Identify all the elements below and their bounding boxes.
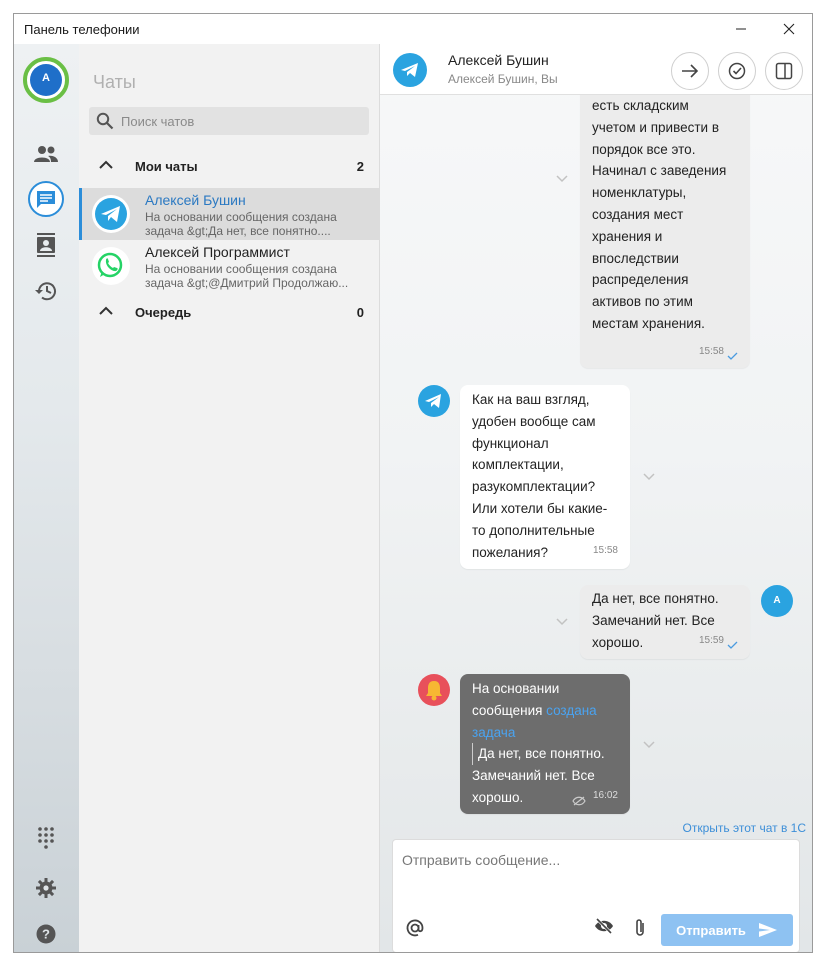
send-button[interactable]: Отправить — [661, 914, 793, 946]
chat-name: Алексей Бушин — [145, 192, 246, 208]
check-icon — [727, 641, 738, 649]
my-avatar: А — [761, 585, 793, 617]
app-window: Панель телефонии А ? Чаты Поиск чатов Мо… — [13, 13, 813, 953]
side-panel-icon — [775, 62, 793, 80]
history-icon — [35, 282, 56, 301]
group-my-chats[interactable]: Мои чаты 2 — [79, 151, 380, 181]
nav-chats[interactable] — [27, 180, 65, 218]
minimize-icon — [736, 28, 746, 30]
task-link[interactable]: задача — [472, 722, 618, 744]
hidden-eye-icon — [572, 796, 586, 806]
message-bubble[interactable]: Как на ваш взгляд, удобен вообще сам фун… — [460, 385, 630, 569]
avatar-letter: А — [42, 72, 50, 84]
search-icon — [96, 112, 114, 130]
message-time: 15:58 — [592, 545, 618, 557]
conversation-panel: Алексей Бушин Алексей Бушин, Вы есть скл… — [380, 44, 812, 952]
user-avatar[interactable]: А — [23, 57, 69, 103]
close-icon — [783, 23, 795, 35]
whatsapp-icon — [92, 247, 130, 285]
group-label: Мои чаты — [135, 159, 198, 174]
nav-rail: А ? — [14, 44, 79, 952]
nav-history[interactable] — [27, 272, 65, 310]
chat-name: Алексей Программист — [145, 244, 290, 260]
complete-button[interactable] — [718, 52, 756, 90]
nav-dialpad[interactable] — [27, 819, 65, 857]
transfer-button[interactable] — [671, 52, 709, 90]
nav-directory[interactable] — [27, 226, 65, 264]
open-in-1c-link[interactable]: Открыть этот чат в 1С — [683, 821, 806, 835]
group-count: 0 — [356, 305, 364, 320]
minimize-button[interactable] — [718, 14, 764, 44]
telegram-icon — [418, 385, 450, 417]
help-icon: ? — [36, 924, 56, 944]
message-input[interactable]: Отправить сообщение... — [402, 852, 560, 868]
conversation-header: Алексей Бушин Алексей Бушин, Вы — [380, 44, 812, 95]
toggle-panel-button[interactable] — [765, 52, 803, 90]
participants: Алексей Бушин, Вы — [448, 72, 558, 86]
message-bubble[interactable]: есть складским учетом и привести в поряд… — [580, 95, 750, 368]
task-notification-bubble[interactable]: На основании сообщения создана задача Да… — [460, 674, 630, 814]
check-circle-icon — [728, 62, 746, 80]
mention-icon[interactable] — [405, 918, 425, 938]
message-composer: Отправить сообщение... Отправить — [392, 839, 800, 952]
message-text: Как на ваш взгляд, удобен вообще сам фун… — [472, 392, 608, 560]
contact-book-icon — [37, 233, 55, 257]
chat-icon — [28, 181, 64, 217]
chevron-down-icon[interactable] — [555, 174, 569, 184]
chat-list-title: Чаты — [93, 72, 136, 92]
telegram-icon — [92, 195, 130, 233]
group-label: Очередь — [135, 305, 192, 320]
nav-help[interactable]: ? — [27, 915, 65, 952]
hidden-eye-icon[interactable] — [594, 918, 614, 934]
message-text: есть складским учетом и привести в поряд… — [592, 98, 727, 331]
dialpad-icon — [38, 827, 54, 849]
message-time: 15:59 — [698, 635, 724, 647]
chat-item-aleksey-programmer[interactable]: Алексей Программист На основании сообщен… — [79, 240, 379, 292]
window-title: Панель телефонии — [24, 22, 140, 37]
chevron-up-icon — [99, 160, 113, 169]
chat-preview: На основании сообщения создана задача &g… — [145, 210, 337, 238]
message-time: 15:58 — [698, 346, 724, 358]
bell-icon — [418, 674, 450, 706]
search-chats[interactable]: Поиск чатов — [89, 107, 369, 135]
people-icon — [34, 146, 58, 162]
nav-settings[interactable] — [27, 869, 65, 907]
group-queue[interactable]: Очередь 0 — [79, 297, 380, 327]
chevron-down-icon[interactable] — [555, 617, 569, 627]
task-link[interactable]: создана — [546, 703, 597, 718]
svg-text:?: ? — [42, 927, 50, 942]
chevron-down-icon[interactable] — [642, 740, 656, 750]
chat-list-panel: Чаты Поиск чатов Мои чаты 2 Алексей Буши… — [79, 44, 380, 952]
chevron-up-icon — [99, 306, 113, 315]
gear-icon — [36, 878, 56, 898]
check-icon — [727, 352, 738, 360]
close-button[interactable] — [766, 14, 812, 44]
chat-preview: На основании сообщения создана задача &g… — [145, 262, 349, 290]
attach-icon[interactable] — [634, 917, 646, 939]
message-list: есть складским учетом и привести в поряд… — [380, 95, 812, 835]
title-bar: Панель телефонии — [14, 14, 812, 44]
send-label: Отправить — [676, 922, 746, 938]
telegram-icon — [393, 53, 427, 87]
search-input[interactable]: Поиск чатов — [121, 114, 194, 129]
message-time: 16:02 — [592, 790, 618, 802]
arrow-right-icon — [682, 64, 699, 78]
message-bubble[interactable]: Да нет, все понятно. Замечаний нет. Все … — [580, 585, 750, 659]
send-icon — [758, 923, 777, 937]
group-count: 2 — [356, 159, 364, 174]
nav-contacts[interactable] — [27, 135, 65, 173]
chevron-down-icon[interactable] — [642, 472, 656, 482]
contact-name: Алексей Бушин — [448, 52, 549, 68]
chat-item-aleksey-bushin[interactable]: Алексей Бушин На основании сообщения соз… — [79, 188, 379, 240]
